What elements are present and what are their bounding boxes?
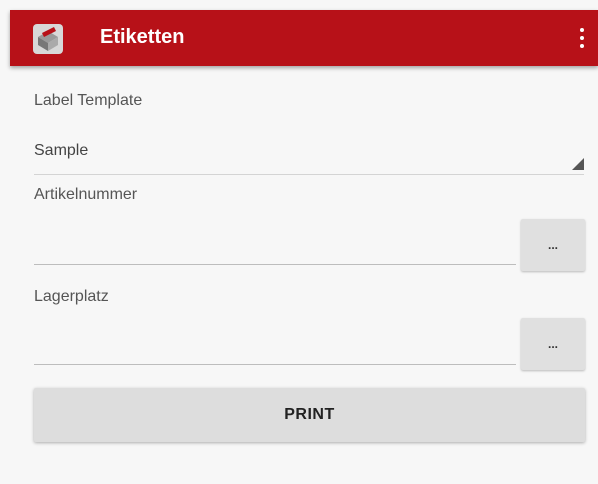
print-button[interactable]: PRINT <box>34 388 585 442</box>
dropdown-arrow-icon <box>572 158 584 170</box>
storage-location-lookup-button[interactable]: ... <box>521 318 585 370</box>
article-lookup-button[interactable]: ... <box>521 219 585 271</box>
overflow-menu-icon[interactable] <box>576 24 588 52</box>
storage-location-label: Lagerplatz <box>34 288 109 305</box>
box-printer-icon <box>33 24 63 54</box>
app-title: Etiketten <box>100 26 185 48</box>
article-number-label: Artikelnummer <box>34 186 138 203</box>
app-bar: Etiketten <box>10 10 598 66</box>
article-number-input[interactable] <box>34 222 516 265</box>
storage-location-input[interactable] <box>34 322 516 365</box>
label-template-value: Sample <box>34 142 89 159</box>
label-template-dropdown[interactable]: Sample <box>34 132 584 175</box>
label-template-label: Label Template <box>34 92 143 109</box>
